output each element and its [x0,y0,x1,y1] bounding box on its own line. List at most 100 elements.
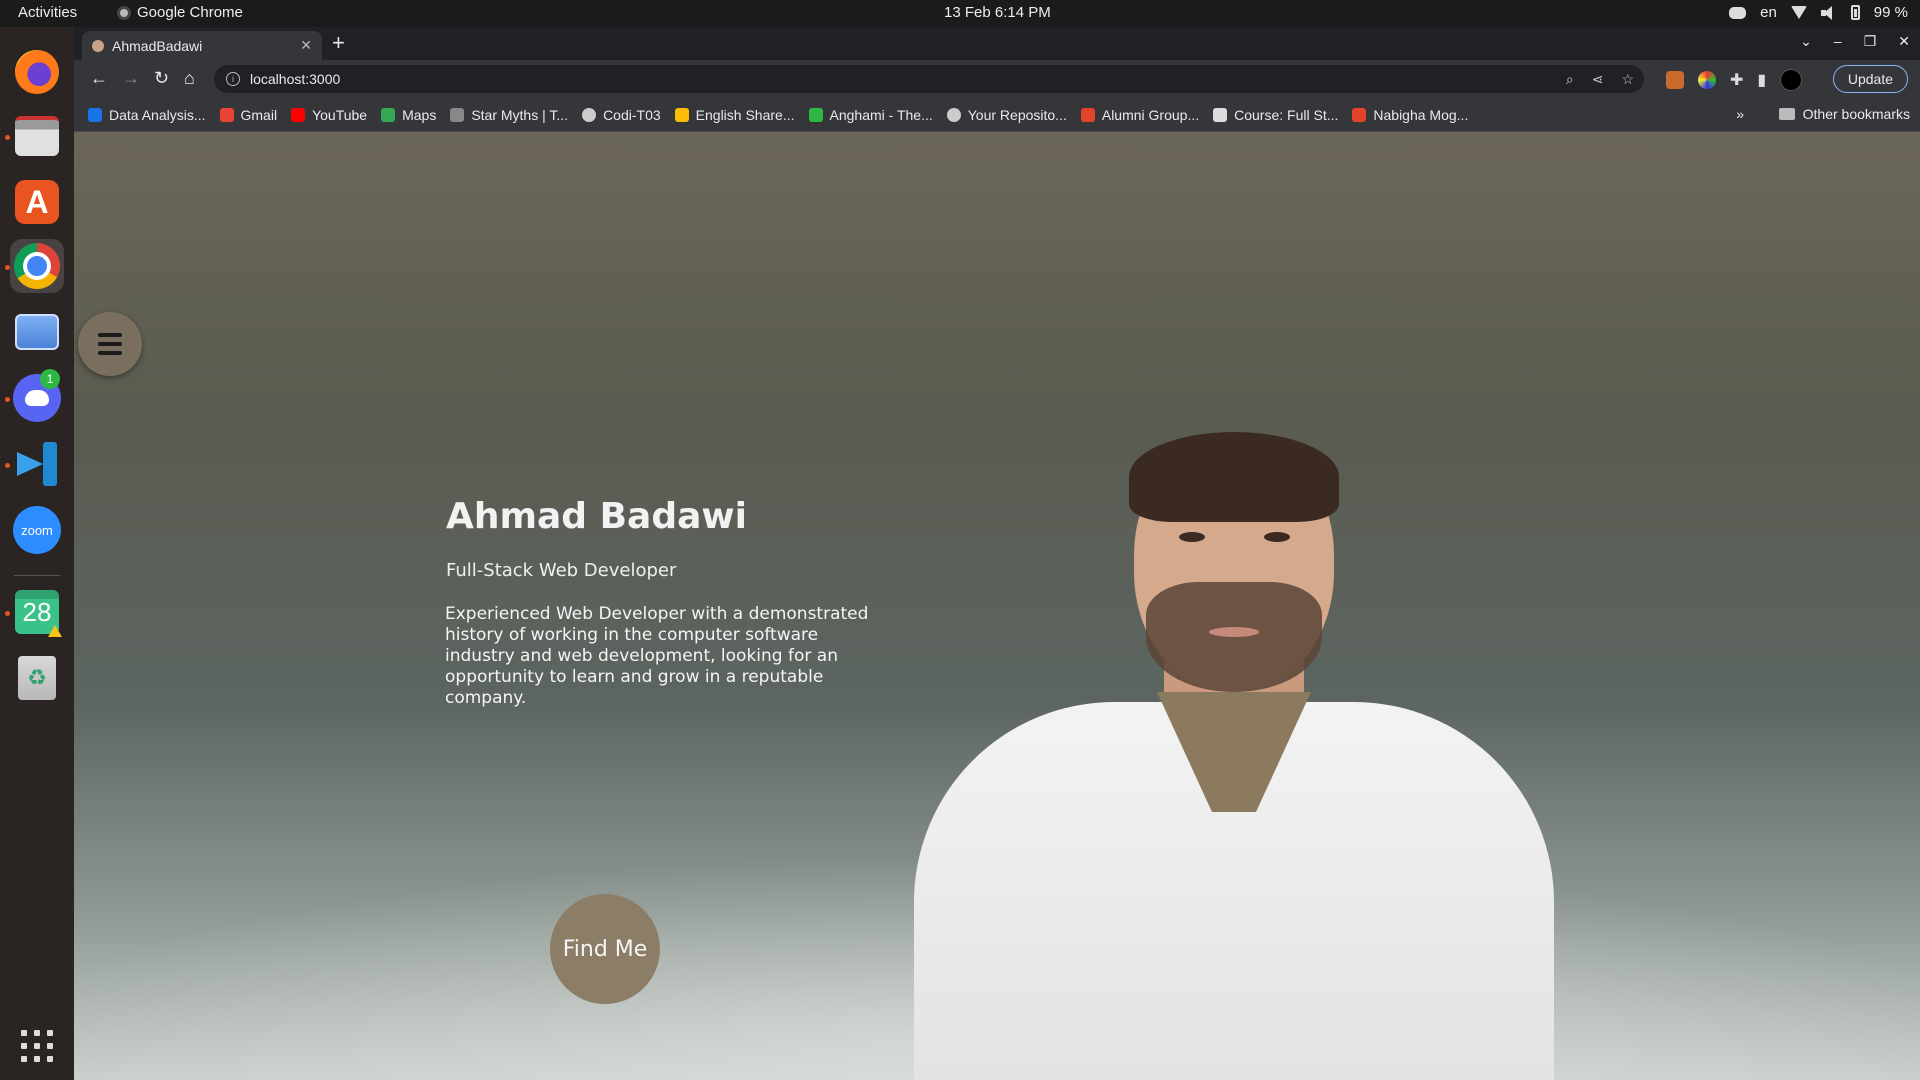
more-bookmarks-button[interactable]: » [1736,106,1744,122]
clock[interactable]: 13 Feb 6:14 PM [944,4,1051,21]
app-menu[interactable]: Google Chrome [117,4,243,21]
site-info-icon[interactable]: i [226,72,240,86]
bookmark-item[interactable]: Course: Full St... [1213,107,1338,123]
bookmark-item[interactable]: Anghami - The... [808,107,933,123]
app-menu-label: Google Chrome [137,4,243,21]
tab-strip: AhmadBadawi ✕ + ⌄ – ❐ ✕ [74,27,1920,60]
browser-window: AhmadBadawi ✕ + ⌄ – ❐ ✕ ← → ↻ ⌂ i localh… [74,27,1920,132]
app-grid-icon [21,1030,53,1062]
portfolio-page: Ahmad Badawi Full-Stack Web Developer Ex… [74,132,1920,1080]
restore-icon[interactable]: ❐ [1864,33,1877,50]
files-icon [15,116,59,156]
dock-chrome[interactable] [10,239,64,293]
tab-active[interactable]: AhmadBadawi ✕ [82,31,322,60]
minimize-icon[interactable]: – [1834,33,1842,50]
bookmarks-bar: Data Analysis... Gmail YouTube Maps Star… [74,98,1920,132]
maps-icon [381,107,396,122]
close-window-icon[interactable]: ✕ [1898,33,1910,50]
tab-title: AhmadBadawi [112,37,203,54]
find-me-button[interactable]: Find Me [550,894,660,1004]
back-icon[interactable]: ← [90,68,108,88]
bookmark-label: Codi-T03 [603,106,661,123]
bookmark-item[interactable]: Codi-T03 [582,107,661,123]
forward-icon[interactable]: → [122,68,140,88]
bookmark-item[interactable]: YouTube [291,107,367,123]
menu-button[interactable] [78,312,142,376]
bookmark-item[interactable]: Alumni Group... [1080,107,1199,123]
profile-avatar[interactable] [1780,69,1803,91]
wifi-icon[interactable] [1790,6,1807,19]
notification-badge: 1 [40,369,60,389]
favicon-icon [92,39,104,52]
photo-eye [1179,532,1205,542]
dock-calendar[interactable]: 28 [10,585,64,639]
document-icon [1213,107,1228,122]
dock-files[interactable] [10,109,64,163]
activities-button[interactable]: Activities [18,4,77,21]
hero-name: Ahmad Badawi [446,496,747,537]
volume-icon[interactable] [1820,5,1837,20]
dock-mail[interactable] [10,305,64,359]
url-text[interactable]: localhost:3000 [250,71,340,87]
github-icon [582,107,597,122]
hamburger-line [98,342,122,346]
update-button[interactable]: Update [1832,65,1908,93]
system-top-bar: Activities Google Chrome 13 Feb 6:14 PM … [0,0,1920,27]
home-icon[interactable]: ⌂ [184,68,195,88]
photo-mouth [1209,627,1259,637]
bookmark-item[interactable]: Maps [381,107,436,123]
dock-vscode[interactable] [10,437,64,491]
bookmark-item[interactable]: Star Myths | T... [450,107,568,123]
warning-icon [48,625,62,637]
running-indicator [5,611,10,616]
discord-tray-icon[interactable] [1729,6,1747,19]
puzzle-icon[interactable]: ✚ [1730,70,1743,90]
bookmark-item[interactable]: Gmail [219,107,277,123]
chrome-small-icon [117,5,131,20]
folder-icon [1778,108,1795,120]
dock-discord[interactable]: 1 [10,369,64,425]
share-icon[interactable]: ⋖ [1592,71,1604,88]
address-bar[interactable]: i localhost:3000 ⌕ ⋖ ☆ [214,65,1644,93]
bookmark-label: Course: Full St... [1234,106,1339,123]
keyboard-language[interactable]: en [1760,4,1777,21]
bookmark-item[interactable]: Data Analysis... [88,107,206,123]
profile-photo [914,422,1554,1080]
tab-close-icon[interactable]: ✕ [300,37,312,54]
reload-icon[interactable]: ↻ [154,68,169,88]
firefox-icon [15,50,59,94]
bookmark-favicon-icon [88,107,102,122]
dock-software-center[interactable]: A [10,175,64,229]
bookmark-item[interactable]: Nabigha Mog... [1352,107,1468,123]
battery-icon[interactable] [1850,5,1860,20]
youtube-icon [291,107,306,122]
extension-icon[interactable] [1666,71,1684,89]
github-icon [946,107,961,122]
hero-role: Full-Stack Web Developer [446,560,677,581]
dock-trash[interactable]: ♻ [10,651,64,705]
bookmark-label: Nabigha Mog... [1373,106,1469,123]
running-indicator [5,397,10,402]
photo-hair [1129,432,1339,522]
show-applications-button[interactable] [10,1019,64,1073]
bookmark-item[interactable]: English Share... [674,107,795,123]
bookmark-item[interactable]: Your Reposito... [946,107,1067,123]
dock: A 1 zoom 28 ♻ [0,27,74,1080]
running-indicator [5,463,10,468]
bookmark-favicon-icon [450,107,465,122]
bookmark-star-icon[interactable]: ☆ [1621,71,1634,88]
dock-firefox[interactable] [10,45,64,99]
gitlab-icon [1080,107,1095,122]
software-store-icon: A [15,180,59,224]
zoom-icon[interactable]: ⌕ [1566,71,1574,88]
tab-search-icon[interactable]: ⌄ [1800,33,1812,50]
dock-separator [14,575,60,576]
side-panel-icon[interactable]: ▮ [1757,70,1766,90]
new-tab-button[interactable]: + [332,32,345,54]
other-bookmarks-folder[interactable]: Other bookmarks [1778,106,1910,122]
system-tray[interactable]: en 99 % [1729,4,1908,21]
gmail-icon [219,107,234,122]
dock-zoom[interactable]: zoom [10,503,64,557]
chrome-icon [14,243,60,289]
color-extension-icon[interactable] [1698,71,1716,89]
